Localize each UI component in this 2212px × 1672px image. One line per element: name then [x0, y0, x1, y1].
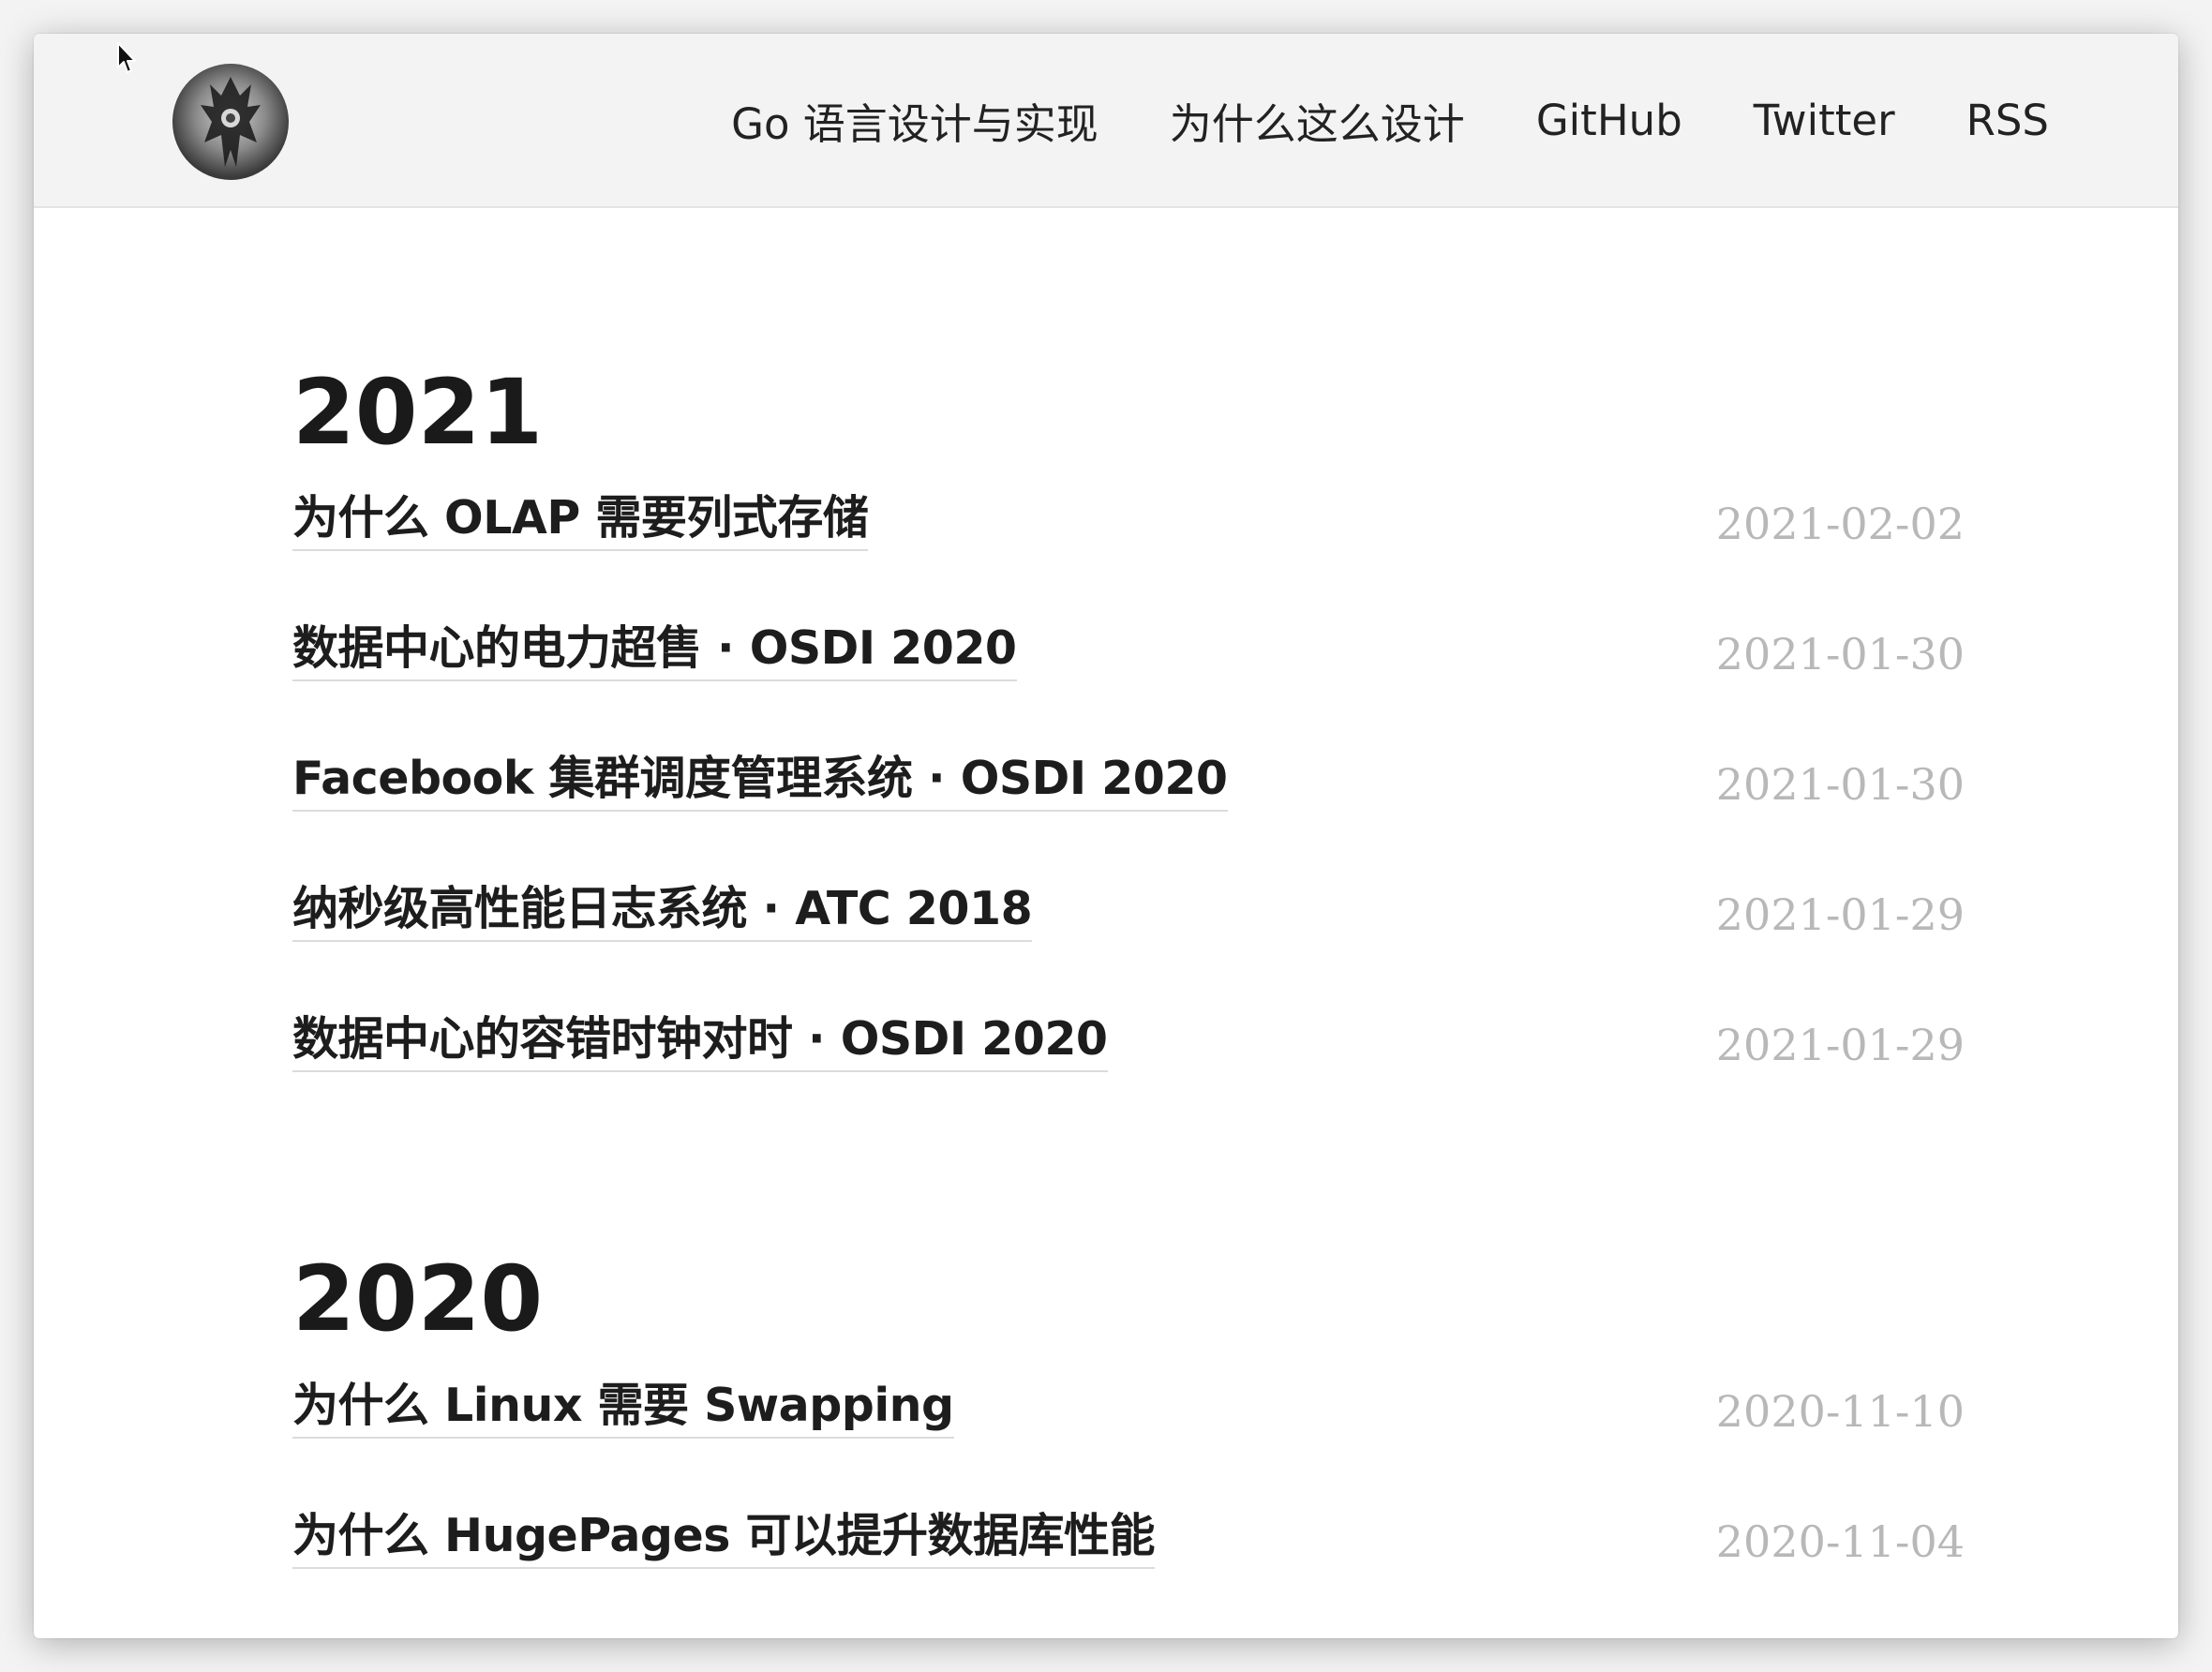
list-item: 为什么 Linux 需要 Swapping 2020-11-10: [292, 1375, 1965, 1450]
post-date: 2021-01-30: [1715, 759, 1965, 810]
list-item: 为什么 OLAP 需要列式存储 2021-02-02: [292, 487, 1965, 562]
post-date: 2021-01-30: [1715, 629, 1965, 679]
nav-link-twitter[interactable]: Twitter: [1754, 96, 1895, 145]
post-title-link[interactable]: 为什么 Linux 需要 Swapping: [292, 1381, 954, 1439]
avatar-image: [201, 77, 261, 167]
nav-link-go-book[interactable]: Go 语言设计与实现: [731, 90, 1099, 151]
post-title-link[interactable]: 纳秒级高性能日志系统 · ATC 2018: [292, 884, 1033, 942]
list-item: 数据中心的容错时钟对时 · OSDI 2020 2021-01-29: [292, 1008, 1965, 1083]
post-title-link[interactable]: 为什么 OLAP 需要列式存储: [292, 493, 869, 551]
site-header: Go 语言设计与实现 为什么这么设计 GitHub Twitter RSS: [34, 34, 2178, 208]
list-item: 为什么 HugePages 可以提升数据库性能 2020-11-04: [292, 1505, 1965, 1580]
post-date: 2021-01-29: [1715, 889, 1965, 940]
list-item: Facebook 集群调度管理系统 · OSDI 2020 2021-01-30: [292, 748, 1965, 823]
post-title-link[interactable]: 数据中心的容错时钟对时 · OSDI 2020: [292, 1014, 1108, 1072]
avatar[interactable]: [172, 64, 289, 180]
nav-link-why-design[interactable]: 为什么这么设计: [1170, 90, 1465, 151]
post-date: 2021-01-29: [1715, 1020, 1965, 1070]
post-date: 2020-11-04: [1715, 1516, 1965, 1567]
post-date: 2021-02-02: [1715, 499, 1965, 549]
year-heading-2021: 2021: [292, 360, 544, 465]
nav-link-github[interactable]: GitHub: [1536, 96, 1682, 145]
post-title-link[interactable]: 数据中心的电力超售 · OSDI 2020: [292, 623, 1017, 681]
year-heading-2020: 2020: [292, 1247, 544, 1351]
list-item: 纳秒级高性能日志系统 · ATC 2018 2021-01-29: [292, 878, 1965, 953]
mouse-pointer-icon: [117, 42, 136, 73]
post-date: 2020-11-10: [1715, 1386, 1965, 1437]
top-nav: Go 语言设计与实现 为什么这么设计 GitHub Twitter RSS: [660, 34, 2049, 206]
browser-window: Go 语言设计与实现 为什么这么设计 GitHub Twitter RSS 20…: [34, 34, 2178, 1638]
nav-link-rss[interactable]: RSS: [1966, 96, 2049, 145]
list-item: 数据中心的电力超售 · OSDI 2020 2021-01-30: [292, 618, 1965, 693]
post-title-link[interactable]: 为什么 HugePages 可以提升数据库性能: [292, 1511, 1155, 1569]
post-title-link[interactable]: Facebook 集群调度管理系统 · OSDI 2020: [292, 754, 1228, 812]
